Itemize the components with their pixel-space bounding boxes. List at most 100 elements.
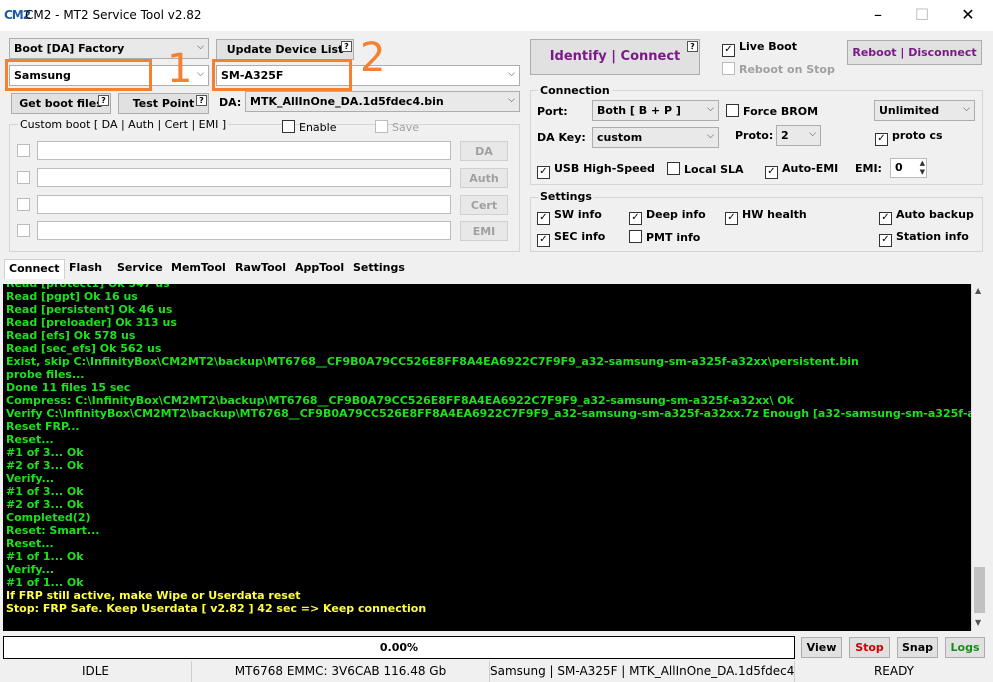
scroll-down-icon[interactable]: ▼: [975, 618, 981, 627]
auto-backup-checkbox[interactable]: ✓ Auto backup: [879, 208, 974, 225]
force-brom-checkbox[interactable]: Force BROM: [726, 104, 818, 118]
checkbox-icon: [722, 62, 735, 75]
emi-browse-button[interactable]: EMI: [460, 221, 508, 241]
hw-health-checkbox[interactable]: ✓ HW health: [725, 208, 807, 225]
emi-spinner[interactable]: 0 ▲ ▼: [890, 158, 927, 178]
usb-high-speed-checkbox[interactable]: ✓ USB High-Speed: [537, 162, 655, 179]
close-button[interactable]: ✕: [945, 0, 991, 31]
row-checkbox[interactable]: [17, 224, 30, 237]
chevron-down-icon: ⌵: [508, 95, 515, 105]
identify-connect-button[interactable]: Identify | Connect ?: [530, 39, 700, 75]
progress-bar: 0.00%: [3, 636, 795, 659]
cert-path-input[interactable]: [37, 195, 451, 214]
spin-arrows-icon[interactable]: ▲ ▼: [920, 159, 925, 177]
save-checkbox[interactable]: Save: [375, 120, 419, 134]
highlight-box-brand: [5, 59, 152, 91]
chevron-down-icon: ⌵: [809, 129, 816, 139]
log-line: Verify...: [6, 563, 55, 576]
log-line: Read [pgpt] Ok 16 us: [6, 290, 138, 303]
help-icon[interactable]: ?: [98, 95, 109, 106]
scroll-up-icon[interactable]: ▲: [975, 286, 981, 295]
deep-info-checkbox[interactable]: ✓ Deep info: [629, 208, 706, 225]
emi-path-input[interactable]: [37, 221, 451, 240]
sw-info-checkbox[interactable]: ✓ SW info: [537, 208, 602, 225]
settings-title: Settings: [538, 190, 594, 203]
pmt-info-checkbox[interactable]: PMT info: [629, 230, 700, 244]
log-line: Read [efs] Ok 578 us: [6, 329, 136, 342]
station-info-label: Station info: [896, 230, 969, 243]
log-console[interactable]: Read [protect1] Ok 547 usRead [pgpt] Ok …: [3, 284, 971, 631]
reboot-on-stop-checkbox[interactable]: Reboot on Stop: [722, 62, 835, 76]
check-icon: ✓: [725, 212, 738, 225]
check-icon: ✓: [765, 166, 778, 179]
chevron-down-icon: ⌵: [707, 131, 714, 141]
get-boot-files-label: Get boot files: [19, 97, 103, 110]
logs-button[interactable]: Logs: [945, 637, 985, 658]
da-path-input[interactable]: [37, 141, 451, 160]
log-line: #1 of 1... Ok: [6, 576, 84, 589]
minimize-button[interactable]: –: [855, 0, 901, 31]
enable-label: Enable: [299, 121, 337, 134]
log-line: Exist, skip C:\InfinityBox\CM2MT2\backup…: [6, 355, 859, 368]
auto-emi-checkbox[interactable]: ✓ Auto-EMI: [765, 162, 838, 179]
chevron-down-icon: ⌵: [197, 69, 204, 79]
auth-browse-button[interactable]: Auth: [460, 168, 508, 188]
status-ready: READY: [873, 664, 915, 678]
help-icon[interactable]: ?: [196, 95, 207, 106]
boot-mode-value: Boot [DA] Factory: [14, 42, 125, 55]
log-scrollbar[interactable]: ▲ ▼: [971, 284, 986, 631]
help-icon[interactable]: ?: [687, 41, 698, 52]
help-icon[interactable]: ?: [341, 41, 352, 52]
enable-checkbox[interactable]: Enable: [282, 120, 336, 134]
stop-button[interactable]: Stop: [849, 637, 890, 658]
port-select[interactable]: Both [ B + P ] ⌵: [592, 100, 719, 121]
row-checkbox[interactable]: [17, 198, 30, 211]
custom-file-row: EMI: [17, 221, 508, 241]
da-key-select[interactable]: custom ⌵: [592, 127, 719, 148]
emi-value: 0: [895, 161, 903, 174]
tab-connect[interactable]: Connect: [4, 259, 65, 279]
live-boot-checkbox[interactable]: ✓ Live Boot: [722, 40, 797, 57]
check-icon: ✓: [879, 234, 892, 247]
update-device-list-label: Update Device List: [226, 43, 344, 56]
log-line: #2 of 3... Ok: [6, 498, 84, 511]
unlimited-select[interactable]: Unlimited ⌵: [874, 100, 975, 121]
proto-cs-checkbox[interactable]: ✓ proto cs: [875, 129, 943, 146]
proto-label: Proto:: [735, 129, 774, 142]
da-file-select[interactable]: MTK_AllInOne_DA.1d5fdec4.bin ⌵: [245, 91, 520, 112]
tab-rawtool[interactable]: RawTool: [231, 259, 290, 277]
tab-settings[interactable]: Settings: [349, 259, 409, 277]
tab-flash[interactable]: Flash: [65, 259, 106, 277]
row-checkbox[interactable]: [17, 144, 30, 157]
log-line: Reset FRP...: [6, 420, 80, 433]
checkbox-icon: [726, 104, 739, 117]
get-boot-files-button[interactable]: Get boot files ?: [11, 93, 111, 114]
log-line: Verify...: [6, 472, 55, 485]
scrollbar-thumb[interactable]: [974, 567, 985, 613]
log-line: Read [sec_efs] Ok 562 us: [6, 342, 162, 355]
status-chip: MT6768 EMMC: 3V6CAB 116.48 Gb: [192, 661, 490, 682]
custom-file-row: Cert: [17, 195, 508, 215]
log-line: Verify C:\InfinityBox\CM2MT2\backup\MT67…: [6, 407, 971, 420]
station-info-checkbox[interactable]: ✓ Station info: [879, 230, 969, 247]
tab-service[interactable]: Service: [113, 259, 167, 277]
log-line: #1 of 3... Ok: [6, 485, 84, 498]
da-browse-button[interactable]: DA: [460, 141, 508, 161]
check-icon: ✓: [537, 212, 550, 225]
status-device: Samsung | SM-A325F | MTK_AllInOne_DA.1d5…: [490, 661, 795, 682]
maximize-button[interactable]: ☐: [899, 0, 945, 31]
proto-select[interactable]: 2 ⌵: [776, 125, 821, 146]
snap-button[interactable]: Snap: [897, 637, 938, 658]
test-point-button[interactable]: Test Point ?: [118, 93, 209, 114]
cert-browse-button[interactable]: Cert: [460, 195, 508, 215]
update-device-list-button[interactable]: Update Device List ?: [216, 39, 354, 60]
local-sla-label: Local SLA: [684, 163, 744, 176]
local-sla-checkbox[interactable]: Local SLA: [667, 162, 744, 176]
auth-path-input[interactable]: [37, 168, 451, 187]
view-button[interactable]: View: [801, 637, 842, 658]
tab-apptool[interactable]: AppTool: [291, 259, 348, 277]
sec-info-checkbox[interactable]: ✓ SEC info: [537, 230, 605, 247]
reboot-disconnect-button[interactable]: Reboot | Disconnect: [847, 40, 982, 65]
row-checkbox[interactable]: [17, 171, 30, 184]
tab-memtool[interactable]: MemTool: [167, 259, 230, 277]
